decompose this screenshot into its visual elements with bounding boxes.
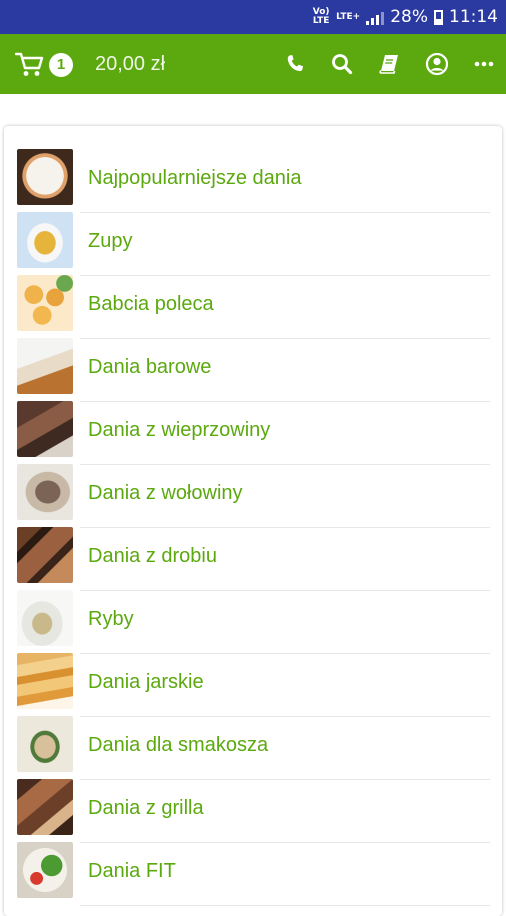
- category-thumbnail: [17, 653, 73, 709]
- network-type: LTE+: [336, 11, 361, 22]
- category-item[interactable]: Zupy: [4, 204, 502, 276]
- category-item[interactable]: Dania dla smakosza: [4, 708, 502, 780]
- clock: 11:14: [449, 7, 498, 27]
- category-label: Dania dla smakosza: [88, 734, 269, 756]
- signal-icon: [366, 9, 385, 25]
- category-item[interactable]: Babcia poleca: [4, 267, 502, 339]
- category-thumbnail: [17, 716, 73, 772]
- search-icon[interactable]: [330, 52, 354, 76]
- category-thumbnail: [17, 275, 73, 331]
- category-thumbnail: [17, 527, 73, 583]
- category-item[interactable]: Dania jarskie: [4, 645, 502, 717]
- category-label: Dania z wołowiny: [88, 482, 243, 504]
- category-label: Dania z wieprzowiny: [88, 419, 271, 441]
- cart-icon[interactable]: [15, 50, 45, 78]
- app-bar: 1 20,00 zł: [0, 34, 506, 94]
- category-thumbnail: [17, 338, 73, 394]
- battery-icon: [434, 9, 443, 25]
- divider: [80, 905, 490, 906]
- category-list: Najpopularniejsze dania Zupy Babcia pole…: [4, 126, 502, 916]
- phone-icon[interactable]: [283, 52, 307, 76]
- volte-indicator: Vo) LTE: [312, 7, 330, 26]
- category-item[interactable]: Dania FIT: [4, 834, 502, 906]
- category-label: Dania FIT: [88, 860, 176, 882]
- book-icon[interactable]: [377, 52, 401, 76]
- cart-total[interactable]: 20,00 zł: [95, 52, 165, 76]
- category-item[interactable]: Dania z grilla: [4, 771, 502, 843]
- category-label: Ryby: [88, 608, 134, 630]
- category-label: Najpopularniejsze dania: [88, 167, 302, 189]
- category-label: Babcia poleca: [88, 293, 214, 315]
- category-label: Dania jarskie: [88, 671, 204, 693]
- category-item[interactable]: Ryby: [4, 582, 502, 654]
- more-icon[interactable]: [472, 52, 496, 76]
- status-bar: Vo) LTE LTE+ 28% 11:14: [0, 0, 506, 34]
- category-thumbnail: [17, 842, 73, 898]
- category-item[interactable]: Dania barowe: [4, 330, 502, 402]
- account-icon[interactable]: [425, 52, 449, 76]
- category-thumbnail: [17, 464, 73, 520]
- category-item[interactable]: Najpopularniejsze dania: [4, 141, 502, 213]
- category-item[interactable]: Dania z drobiu: [4, 519, 502, 591]
- category-label: Dania barowe: [88, 356, 212, 378]
- category-thumbnail: [17, 590, 73, 646]
- category-thumbnail: [17, 401, 73, 457]
- category-thumbnail: [17, 149, 73, 205]
- category-label: Dania z grilla: [88, 797, 204, 819]
- category-thumbnail: [17, 212, 73, 268]
- category-item[interactable]: Dania z wieprzowiny: [4, 393, 502, 465]
- category-thumbnail: [17, 779, 73, 835]
- category-label: Zupy: [88, 230, 133, 252]
- category-label: Dania z drobiu: [88, 545, 217, 567]
- category-item[interactable]: Dania z wołowiny: [4, 456, 502, 528]
- battery-percent: 28%: [390, 7, 428, 27]
- cart-count-badge[interactable]: 1: [49, 53, 73, 77]
